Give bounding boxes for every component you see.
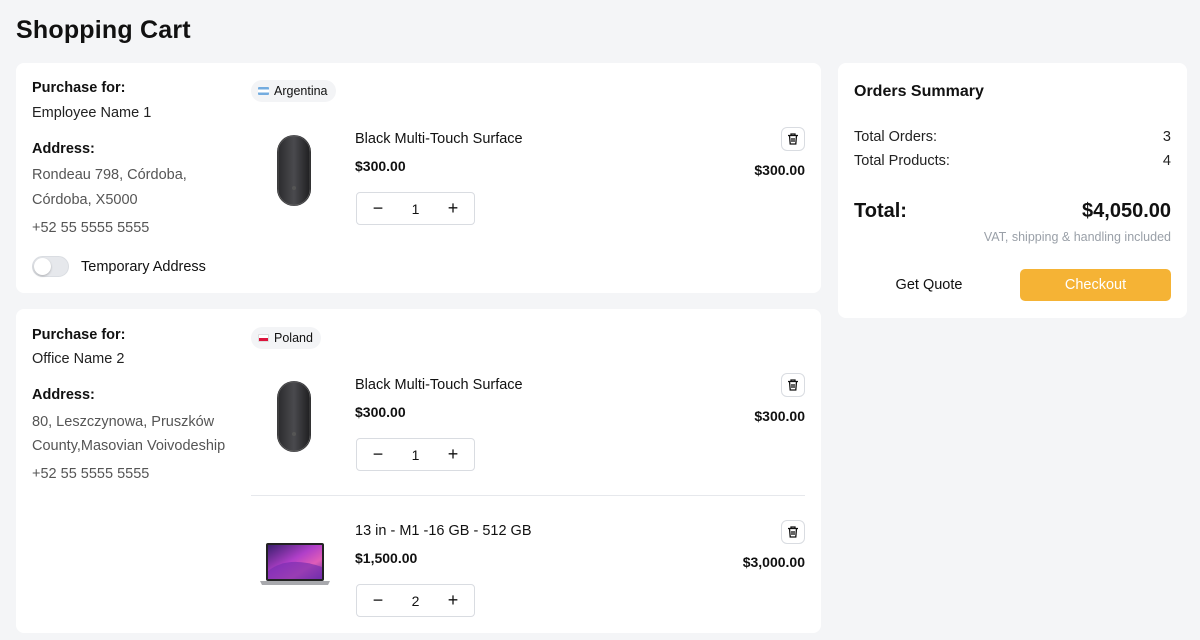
item-total: $300.00 bbox=[754, 408, 805, 424]
summary-title: Orders Summary bbox=[854, 83, 984, 100]
increment-button[interactable]: + bbox=[442, 198, 464, 220]
address-line-2: Córdoba, X5000 bbox=[32, 192, 138, 208]
country-name: Poland bbox=[274, 331, 313, 345]
decrement-button[interactable]: − bbox=[367, 444, 389, 466]
temporary-address-label: Temporary Address bbox=[81, 259, 206, 275]
quantity-value[interactable]: 1 bbox=[412, 201, 420, 217]
trash-icon bbox=[788, 133, 798, 145]
mouse-image bbox=[274, 379, 314, 459]
increment-button[interactable]: + bbox=[442, 444, 464, 466]
total-orders-label: Total Orders: bbox=[854, 129, 937, 145]
order-card-2: Purchase for: Office Name 2 Address: 80,… bbox=[16, 309, 821, 633]
item-total: $3,000.00 bbox=[742, 554, 805, 570]
purchase-for-value: Office Name 2 bbox=[32, 351, 125, 367]
orders-summary-card: Orders Summary Total Orders: 3 Total Pro… bbox=[838, 63, 1187, 318]
address-line-1: 80, Leszczynowa, Pruszków bbox=[32, 414, 215, 430]
address-label: Address: bbox=[32, 141, 95, 157]
product-name: Black Multi-Touch Surface bbox=[355, 377, 523, 393]
phone-number: +52 55 5555 5555 bbox=[32, 466, 150, 482]
quantity-value[interactable]: 1 bbox=[412, 447, 420, 463]
delete-item-button[interactable] bbox=[781, 520, 805, 544]
flag-poland-icon bbox=[258, 334, 269, 342]
toggle-knob bbox=[34, 258, 51, 275]
quantity-value[interactable]: 2 bbox=[412, 593, 420, 609]
trash-icon bbox=[788, 526, 798, 538]
increment-button[interactable]: + bbox=[442, 590, 464, 612]
country-chip: Argentina bbox=[251, 80, 336, 102]
product-name: Black Multi-Touch Surface bbox=[355, 131, 523, 147]
decrement-button[interactable]: − bbox=[367, 198, 389, 220]
address-label: Address: bbox=[32, 387, 95, 403]
purchase-for-label: Purchase for: bbox=[32, 327, 126, 343]
product-price: $300.00 bbox=[355, 158, 406, 174]
item-divider bbox=[251, 495, 805, 496]
flag-argentina-icon bbox=[258, 87, 269, 95]
country-chip: Poland bbox=[251, 327, 321, 349]
delete-item-button[interactable] bbox=[781, 373, 805, 397]
grand-total-row: Total: $4,050.00 bbox=[854, 200, 1171, 223]
checkout-button[interactable]: Checkout bbox=[1020, 269, 1171, 301]
total-products-row: Total Products: 4 bbox=[854, 153, 1171, 169]
total-orders-value: 3 bbox=[1162, 129, 1171, 145]
get-quote-button[interactable]: Get Quote bbox=[854, 269, 1004, 301]
total-label: Total: bbox=[854, 200, 907, 222]
address-line-1: Rondeau 798, Córdoba, bbox=[32, 167, 187, 183]
page-title: Shopping Cart bbox=[16, 16, 191, 44]
total-products-value: 4 bbox=[1162, 153, 1171, 169]
delete-item-button[interactable] bbox=[781, 127, 805, 151]
purchase-for-label: Purchase for: bbox=[32, 80, 126, 96]
mouse-image bbox=[274, 133, 314, 213]
decrement-button[interactable]: − bbox=[367, 590, 389, 612]
phone-number: +52 55 5555 5555 bbox=[32, 220, 150, 236]
country-name: Argentina bbox=[274, 84, 328, 98]
product-price: $1,500.00 bbox=[355, 550, 418, 566]
quantity-stepper: − 1 + bbox=[356, 192, 475, 225]
laptop-image bbox=[258, 541, 332, 592]
address-line-2: County,Masovian Voivodeship bbox=[32, 438, 226, 454]
total-orders-row: Total Orders: 3 bbox=[854, 129, 1171, 145]
purchase-for-value: Employee Name 1 bbox=[32, 105, 152, 121]
item-total: $300.00 bbox=[754, 162, 805, 178]
quantity-stepper: − 2 + bbox=[356, 584, 475, 617]
total-value: $4,050.00 bbox=[1082, 200, 1171, 222]
trash-icon bbox=[788, 379, 798, 391]
vat-note: VAT, shipping & handling included bbox=[983, 230, 1171, 244]
temporary-address-toggle[interactable] bbox=[32, 256, 69, 277]
product-price: $300.00 bbox=[355, 404, 406, 420]
total-products-label: Total Products: bbox=[854, 153, 950, 169]
product-name: 13 in - M1 -16 GB - 512 GB bbox=[355, 523, 532, 539]
order-card-1: Purchase for: Employee Name 1 Address: R… bbox=[16, 63, 821, 293]
quantity-stepper: − 1 + bbox=[356, 438, 475, 471]
